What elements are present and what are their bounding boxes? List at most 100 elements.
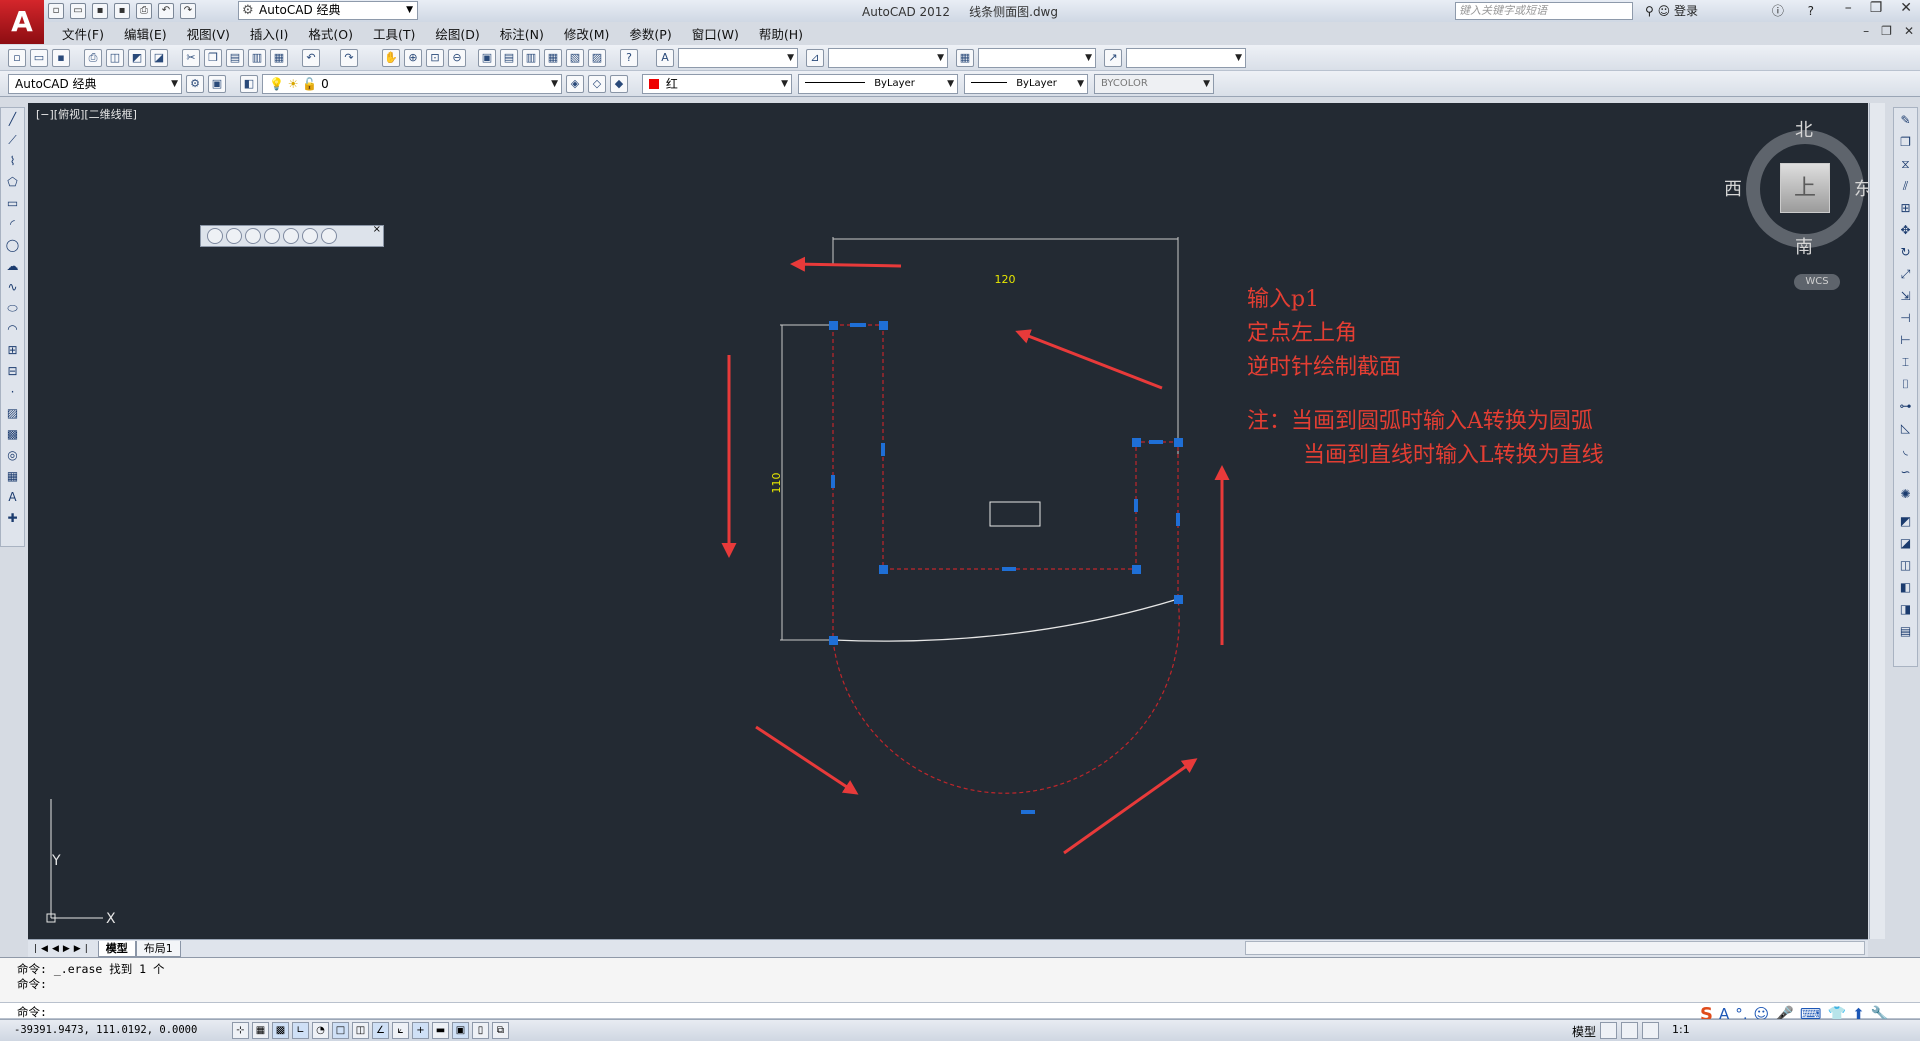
zoom-window-icon[interactable]: ⊡: [426, 49, 444, 67]
tab-nav-arrows[interactable]: |◀◀▶▶|: [34, 944, 92, 954]
quick-view-drawings-icon[interactable]: [1621, 1022, 1638, 1039]
view-icon-6[interactable]: [302, 228, 318, 244]
polar-tracking-icon[interactable]: ◔: [312, 1022, 329, 1039]
redo-icon[interactable]: ↷: [340, 49, 358, 67]
menu-file[interactable]: 文件(F): [52, 24, 114, 43]
layer-combo[interactable]: 💡 ☀ 🔓 0 ▼: [262, 74, 562, 94]
doc-restore-icon[interactable]: ❐: [1881, 24, 1892, 38]
match-properties-icon[interactable]: ▥: [248, 49, 266, 67]
text-style-combo[interactable]: ▼: [678, 48, 798, 68]
layer-manager-icon[interactable]: ◧: [240, 75, 258, 93]
object-snap-icon[interactable]: □: [332, 1022, 349, 1039]
annotation-scale-value[interactable]: 1:1: [1672, 1023, 1690, 1036]
text-front-icon[interactable]: ◨: [1896, 600, 1915, 619]
explode-icon[interactable]: ✺: [1896, 485, 1915, 504]
revision-cloud-icon[interactable]: ☁: [3, 257, 22, 276]
rectangle-icon[interactable]: ▭: [3, 194, 22, 213]
view-cube-face[interactable]: 上: [1780, 163, 1830, 213]
view-icon-4[interactable]: [264, 228, 280, 244]
markup-icon[interactable]: ▧: [566, 49, 584, 67]
workspace-settings-icon[interactable]: ⚙: [186, 75, 204, 93]
menu-format[interactable]: 格式(O): [298, 24, 363, 43]
calculator-icon[interactable]: ▨: [588, 49, 606, 67]
copy-object-icon[interactable]: ❐: [1896, 133, 1915, 152]
object-snap-tracking-icon[interactable]: ∠: [372, 1022, 389, 1039]
move-icon[interactable]: ✥: [1896, 221, 1915, 240]
new-file-icon[interactable]: ▫: [48, 3, 64, 19]
layer-states-icon[interactable]: ◆: [610, 75, 628, 93]
erase-icon[interactable]: ✎: [1896, 111, 1915, 130]
dim-style-combo[interactable]: ▼: [828, 48, 948, 68]
compass-west[interactable]: 西: [1724, 175, 1742, 201]
3d-print-icon[interactable]: ◪: [150, 49, 168, 67]
table-icon[interactable]: ▦: [3, 467, 22, 486]
mirror-icon[interactable]: ⧖: [1896, 155, 1915, 174]
menu-window[interactable]: 窗口(W): [682, 24, 749, 43]
menu-edit[interactable]: 编辑(E): [114, 24, 177, 43]
properties-icon[interactable]: ▣: [478, 49, 496, 67]
tab-layout1[interactable]: 布局1: [135, 940, 181, 957]
compass-north[interactable]: 北: [1795, 116, 1813, 142]
ellipse-icon[interactable]: ⬭: [3, 299, 22, 318]
snap-mode-icon[interactable]: ▦: [252, 1022, 269, 1039]
coordinate-readout[interactable]: -39391.9473, 111.0192, 0.0000: [14, 1024, 197, 1036]
save-as-icon[interactable]: ▪: [114, 3, 130, 19]
construction-line-icon[interactable]: ⟋: [3, 131, 22, 150]
rotate-icon[interactable]: ↻: [1896, 243, 1915, 262]
info-icon[interactable]: ⓘ: [1772, 4, 1784, 18]
dynamic-ucs-icon[interactable]: ⟀: [392, 1022, 409, 1039]
quick-properties-icon[interactable]: ▯: [472, 1022, 489, 1039]
app-logo[interactable]: A: [0, 0, 44, 44]
publish-icon[interactable]: ◩: [128, 49, 146, 67]
wcs-menu[interactable]: WCS: [1794, 274, 1840, 290]
3d-object-snap-icon[interactable]: ◫: [352, 1022, 369, 1039]
lineweight-icon[interactable]: ▬: [432, 1022, 449, 1039]
fillet-icon[interactable]: ◟: [1896, 441, 1915, 460]
save-icon[interactable]: ▪: [52, 49, 70, 67]
view-icon-1[interactable]: [207, 228, 223, 244]
trim-icon[interactable]: ⊣: [1896, 309, 1915, 328]
menu-modify[interactable]: 修改(M): [554, 24, 620, 43]
lineweight-combo[interactable]: ByLayer ▼: [964, 74, 1088, 94]
compass-south[interactable]: 南: [1795, 233, 1813, 259]
restore-icon[interactable]: ❐: [1870, 0, 1883, 16]
grid-display-icon[interactable]: ▩: [272, 1022, 289, 1039]
tool-palettes-icon[interactable]: ▥: [522, 49, 540, 67]
close-icon[interactable]: ×: [373, 224, 381, 235]
login-label[interactable]: 登录: [1674, 4, 1698, 18]
workspace-combo[interactable]: AutoCAD 经典 ▼: [8, 74, 182, 94]
region-icon[interactable]: ◎: [3, 446, 22, 465]
line-icon[interactable]: ╱: [3, 110, 22, 129]
multiline-text-icon[interactable]: A: [3, 488, 22, 507]
design-center-icon[interactable]: ▤: [500, 49, 518, 67]
point-icon[interactable]: ·: [3, 383, 22, 402]
annotation-scale-icon[interactable]: [1642, 1022, 1659, 1039]
quick-view-layouts-icon[interactable]: [1600, 1022, 1617, 1039]
doc-close-icon[interactable]: ✕: [1904, 24, 1914, 38]
text-style-icon[interactable]: A: [656, 49, 674, 67]
arc-icon[interactable]: ◜: [3, 215, 22, 234]
command-input[interactable]: 命令:: [0, 1002, 1920, 1019]
zoom-previous-icon[interactable]: ⊖: [448, 49, 466, 67]
zoom-realtime-icon[interactable]: ⊕: [404, 49, 422, 67]
menu-insert[interactable]: 插入(I): [240, 24, 298, 43]
menu-dimension[interactable]: 标注(N): [490, 24, 554, 43]
vertical-scrollbar[interactable]: [1869, 103, 1885, 939]
menu-parametric[interactable]: 参数(P): [619, 24, 681, 43]
polyline-icon[interactable]: ⌇: [3, 152, 22, 171]
draw-order-back-icon[interactable]: ◫: [1896, 556, 1915, 575]
help-icon[interactable]: ?: [1808, 4, 1814, 18]
view-icon-2[interactable]: [226, 228, 242, 244]
selection-cycling-icon[interactable]: ⧉: [492, 1022, 509, 1039]
offset-icon[interactable]: ⫽: [1896, 177, 1915, 196]
view-icon-3[interactable]: [245, 228, 261, 244]
open-icon[interactable]: ▭: [30, 49, 48, 67]
make-current-layer-icon[interactable]: ◈: [566, 75, 584, 93]
login-area[interactable]: ⚲ ☺ 登录 ⓘ ?: [1645, 2, 1814, 19]
menu-view[interactable]: 视图(V): [177, 24, 240, 43]
gradient-icon[interactable]: ▩: [3, 425, 22, 444]
color-combo[interactable]: 红 ▼: [642, 74, 792, 94]
doc-minimize-icon[interactable]: –: [1863, 24, 1869, 38]
view-icon-7[interactable]: [321, 228, 337, 244]
workspace-save-icon[interactable]: ▣: [208, 75, 226, 93]
